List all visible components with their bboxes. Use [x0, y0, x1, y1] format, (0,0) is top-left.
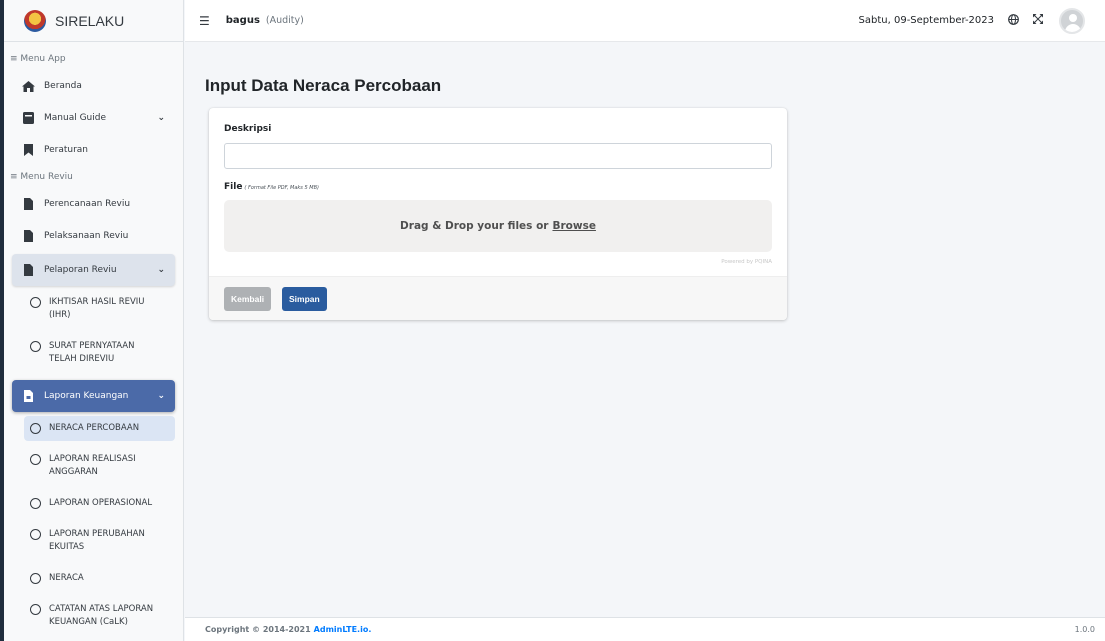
- sidebar-subitem-surat-pernyataan[interactable]: SURAT PERNYATAAN TELAH DIREVIU: [24, 334, 175, 372]
- sidebar-item-peraturan[interactable]: Peraturan: [12, 134, 175, 166]
- card-footer: Kembali Simpan: [209, 276, 787, 320]
- sidebar: SIRELAKU ≡ Menu App Beranda Manual Guide…: [4, 0, 184, 641]
- file-hint: ( Format File PDF, Maks 5 MB): [244, 185, 319, 191]
- nav-header-app: ≡ Menu App: [10, 54, 66, 64]
- user-name-text: bagus: [225, 15, 260, 26]
- sidebar-subitem-label: SURAT PERNYATAAN TELAH DIREVIU: [49, 341, 135, 364]
- brand-link[interactable]: SIRELAKU: [4, 0, 183, 42]
- sidebar-item-pelaksanaan-reviu[interactable]: Pelaksanaan Reviu: [12, 220, 175, 252]
- circle-icon: [30, 573, 41, 584]
- sidebar-item-label: Pelaksanaan Reviu: [44, 231, 129, 241]
- powered-by-text: Powered by PQINA: [721, 259, 772, 265]
- sidebar-item-beranda[interactable]: Beranda: [12, 70, 175, 102]
- sidebar-item-label: Laporan Keuangan: [44, 391, 129, 401]
- circle-icon: [30, 423, 41, 434]
- deskripsi-label: Deskripsi: [224, 124, 272, 134]
- circle-icon: [30, 454, 41, 465]
- copyright-text: Copyright © 2014-2021: [205, 625, 311, 634]
- sidebar-subitem-lpe[interactable]: LAPORAN PERUBAHAN EKUITAS: [24, 522, 175, 560]
- sidebar-subitem-label: NERACA PERCOBAAN: [49, 423, 140, 433]
- sidebar-subitem-label: LAPORAN PERUBAHAN EKUITAS: [49, 529, 145, 552]
- sidebar-subitem-neraca-percobaan[interactable]: NERACA PERCOBAAN: [24, 416, 175, 441]
- sidebar-subitem-lra[interactable]: LAPORAN REALISASI ANGGARAN: [24, 447, 175, 485]
- back-button[interactable]: Kembali: [224, 287, 272, 311]
- sidebar-item-label: Beranda: [44, 81, 82, 91]
- page-title: Input Data Neraca Percobaan: [205, 76, 442, 95]
- file-invoice-icon: [20, 390, 36, 402]
- sidebar-item-perencanaan-reviu[interactable]: Perencanaan Reviu: [12, 188, 175, 220]
- avatar-body: [1065, 23, 1081, 32]
- save-button[interactable]: Simpan: [282, 287, 327, 311]
- adminlte-link[interactable]: AdminLTE.io.: [314, 625, 372, 634]
- circle-icon: [30, 604, 41, 615]
- circle-icon: [30, 498, 41, 509]
- sidebar-item-label: Perencanaan Reviu: [44, 199, 131, 209]
- deskripsi-input[interactable]: [224, 143, 772, 169]
- user-name: bagus (Audity): [226, 15, 304, 26]
- nav-header-reviu: ≡ Menu Reviu: [10, 172, 73, 182]
- sidebar-subitem-calk[interactable]: CATATAN ATAS LAPORAN KEUANGAN (CaLK): [24, 597, 175, 635]
- brand-name: SIRELAKU: [55, 12, 125, 29]
- sidebar-subitem-label: LAPORAN REALISASI ANGGARAN: [49, 454, 136, 477]
- sidebar-item-label: Manual Guide: [44, 113, 106, 123]
- sidebar-subitem-neraca[interactable]: NERACA: [24, 566, 175, 591]
- file-icon: [20, 198, 36, 210]
- sidebar-item-label: Pelaporan Reviu: [44, 265, 117, 275]
- file-icon: [20, 230, 36, 242]
- version-text: 1.0.0: [1074, 625, 1095, 634]
- page-footer: Copyright © 2014-2021 AdminLTE.io. 1.0.0: [185, 617, 1105, 641]
- chevron-down-icon: ⌄: [157, 265, 165, 275]
- circle-icon: [30, 529, 41, 540]
- sidebar-item-laporan-keuangan[interactable]: Laporan Keuangan ⌄: [12, 380, 175, 412]
- upload-form-card: Deskripsi File( Format File PDF, Maks 5 …: [209, 108, 787, 320]
- bookmark-icon: [20, 144, 36, 156]
- menu-toggle-icon[interactable]: ☰: [199, 14, 210, 28]
- sidebar-subitem-ihr[interactable]: IKHTISAR HASIL REVIU (IHR): [24, 290, 175, 328]
- sidebar-subitem-label: NERACA: [49, 573, 84, 583]
- sidebar-item-pelaporan-reviu[interactable]: Pelaporan Reviu ⌄: [12, 254, 175, 286]
- home-icon: [20, 80, 36, 92]
- dropzone-text: Drag & Drop your files or: [400, 220, 549, 232]
- browse-link[interactable]: Browse: [552, 220, 595, 232]
- current-date: Sabtu, 09-September-2023: [858, 15, 994, 26]
- sidebar-subitem-label: IKHTISAR HASIL REVIU (IHR): [49, 297, 145, 320]
- file-label: File( Format File PDF, Maks 5 MB): [224, 182, 319, 192]
- chevron-down-icon: ⌄: [157, 113, 165, 123]
- avatar-head: [1069, 13, 1077, 22]
- chevron-down-icon: ⌄: [157, 391, 165, 401]
- file-dropzone[interactable]: Drag & Drop your files or Browse: [224, 200, 772, 252]
- file-icon: [20, 264, 36, 276]
- sidebar-item-label: Peraturan: [44, 145, 89, 155]
- user-avatar[interactable]: [1059, 7, 1085, 34]
- sidebar-subitem-label: LAPORAN OPERASIONAL: [49, 498, 153, 508]
- fullscreen-icon[interactable]: [1033, 14, 1043, 27]
- top-navbar: ☰ bagus (Audity) Sabtu, 09-September-2023: [185, 0, 1105, 42]
- brand-logo: [24, 9, 46, 32]
- user-role: (Audity): [265, 15, 304, 26]
- circle-icon: [30, 341, 41, 352]
- circle-icon: [30, 297, 41, 308]
- book-icon: [20, 112, 36, 124]
- sidebar-subitem-label: CATATAN ATAS LAPORAN KEUANGAN (CaLK): [49, 604, 154, 627]
- globe-icon[interactable]: [1008, 13, 1019, 28]
- file-label-text: File: [224, 182, 243, 192]
- sidebar-item-manual-guide[interactable]: Manual Guide ⌄: [12, 102, 175, 134]
- sidebar-subitem-lo[interactable]: LAPORAN OPERASIONAL: [24, 491, 175, 516]
